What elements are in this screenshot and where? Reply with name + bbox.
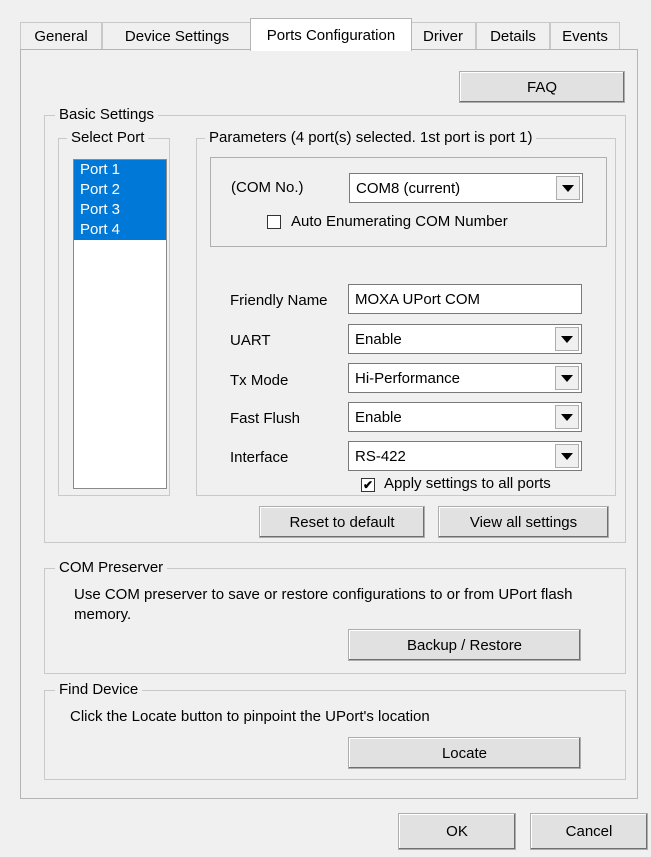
cancel-button-label: Cancel [565,823,613,840]
tab-ports-configuration[interactable]: Ports Configuration [250,18,412,51]
com-number-group: (COM No.) COM8 (current) Auto Enumeratin… [210,157,607,247]
parameters-group: Parameters (4 port(s) selected. 1st port… [196,129,616,496]
com-no-dropdown[interactable]: COM8 (current) [349,173,583,203]
com-preserver-group: COM Preserver Use COM preserver to save … [44,559,626,674]
uart-value: Enable [355,330,402,348]
auto-enum-checkbox[interactable] [267,215,281,229]
interface-value: RS-422 [355,447,406,465]
view-all-settings-button[interactable]: View all settings [438,506,609,538]
tab-panel: FAQ Basic Settings Select Port Port 1 Po… [20,49,638,799]
faq-button[interactable]: FAQ [459,71,625,103]
find-device-description: Click the Locate button to pinpoint the … [70,708,430,725]
chevron-down-icon[interactable] [555,327,579,351]
tab-label: Details [490,27,536,45]
find-device-group: Find Device Click the Locate button to p… [44,681,626,780]
interface-dropdown[interactable]: RS-422 [348,441,582,471]
port-listbox[interactable]: Port 1 Port 2 Port 3 Port 4 [73,159,167,489]
chevron-down-icon[interactable] [556,176,580,200]
fast-flush-label: Fast Flush [230,410,301,427]
select-port-title: Select Port [67,129,149,146]
parameters-title: Parameters (4 port(s) selected. 1st port… [205,129,537,146]
tab-general[interactable]: General [20,22,102,49]
select-port-group: Select Port Port 1 Port 2 Port 3 Port 4 [58,129,170,496]
list-item[interactable]: Port 1 [74,160,166,180]
fast-flush-value: Enable [355,408,402,426]
tab-device-settings[interactable]: Device Settings [102,22,252,49]
reset-to-default-button[interactable]: Reset to default [259,506,425,538]
list-item[interactable]: Port 4 [74,220,166,240]
tx-mode-dropdown[interactable]: Hi-Performance [348,363,582,393]
faq-button-label: FAQ [526,78,557,96]
list-item[interactable]: Port 3 [74,200,166,220]
friendly-name-label: Friendly Name [230,292,328,309]
tab-driver[interactable]: Driver [410,22,476,49]
reset-button-label: Reset to default [289,513,395,531]
tab-details[interactable]: Details [476,22,550,49]
chevron-down-icon[interactable] [555,405,579,429]
uart-dropdown[interactable]: Enable [348,324,582,354]
ok-button[interactable]: OK [398,813,516,850]
uart-label: UART [230,332,271,349]
apply-all-checkbox[interactable]: ✔ [361,478,375,492]
find-device-title: Find Device [55,681,143,698]
com-no-value: COM8 (current) [356,179,461,197]
friendly-name-value: MOXA UPort COM [355,290,481,308]
chevron-down-icon[interactable] [555,366,579,390]
auto-enum-label: Auto Enumerating COM Number [291,213,508,230]
friendly-name-field[interactable]: MOXA UPort COM [348,284,582,314]
chevron-down-icon[interactable] [555,444,579,468]
tab-events[interactable]: Events [550,22,620,49]
apply-all-label: Apply settings to all ports [384,475,551,492]
tab-label: Device Settings [124,27,230,45]
locate-button[interactable]: Locate [348,737,581,769]
backup-restore-label: Backup / Restore [406,636,523,654]
fast-flush-dropdown[interactable]: Enable [348,402,582,432]
com-preserver-title: COM Preserver [55,559,168,576]
checkmark-icon: ✔ [362,478,374,492]
cancel-button[interactable]: Cancel [530,813,648,850]
tx-mode-label: Tx Mode [230,372,289,389]
tab-label: Events [562,27,608,45]
tx-mode-value: Hi-Performance [355,369,461,387]
com-preserver-description: Use COM preserver to save or restore con… [74,586,573,623]
tab-label: General [34,27,88,45]
ok-button-label: OK [446,823,468,840]
view-all-button-label: View all settings [469,513,578,531]
backup-restore-button[interactable]: Backup / Restore [348,629,581,661]
basic-settings-group: Basic Settings Select Port Port 1 Port 2… [44,106,626,543]
list-item[interactable]: Port 2 [74,180,166,200]
tab-label: Driver [423,27,463,45]
tab-label: Ports Configuration [266,26,396,44]
locate-button-label: Locate [441,744,488,762]
interface-label: Interface [230,449,289,466]
basic-settings-title: Basic Settings [55,106,159,123]
com-no-label: (COM No.) [231,179,304,196]
